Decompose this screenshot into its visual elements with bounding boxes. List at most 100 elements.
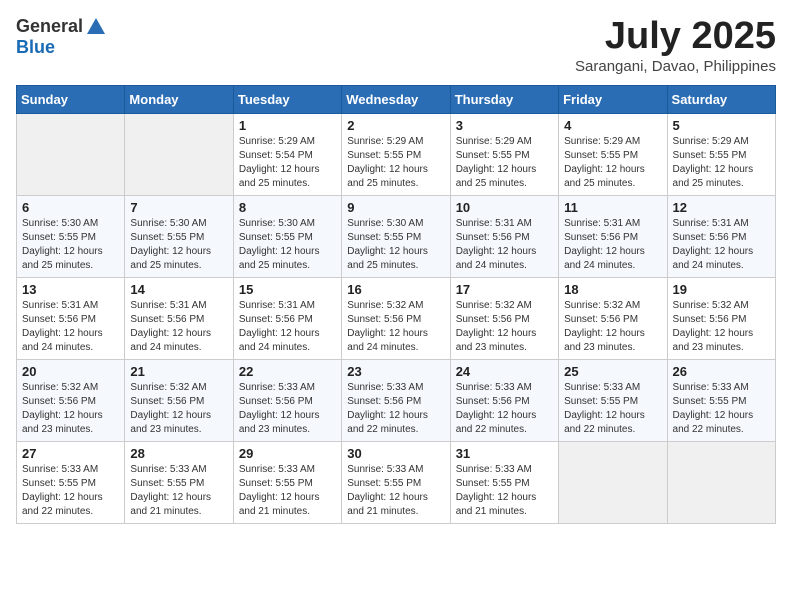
day-info: Sunrise: 5:33 AM Sunset: 5:55 PM Dayligh… [456, 463, 553, 519]
day-number: 10 [456, 200, 553, 215]
day-info: Sunrise: 5:31 AM Sunset: 5:56 PM Dayligh… [130, 299, 227, 355]
day-number: 25 [564, 364, 661, 379]
day-info: Sunrise: 5:31 AM Sunset: 5:56 PM Dayligh… [564, 217, 661, 273]
day-number: 21 [130, 364, 227, 379]
day-number: 15 [239, 282, 336, 297]
calendar-cell: 4 Sunrise: 5:29 AM Sunset: 5:55 PM Daylig… [559, 113, 667, 195]
day-number: 7 [130, 200, 227, 215]
day-info: Sunrise: 5:29 AM Sunset: 5:55 PM Dayligh… [564, 135, 661, 191]
calendar-cell: 1 Sunrise: 5:29 AM Sunset: 5:54 PM Daylig… [233, 113, 341, 195]
calendar-cell: 12 Sunrise: 5:31 AM Sunset: 5:56 PM Dayli… [667, 195, 775, 277]
day-info: Sunrise: 5:30 AM Sunset: 5:55 PM Dayligh… [22, 217, 119, 273]
calendar-cell: 9 Sunrise: 5:30 AM Sunset: 5:55 PM Daylig… [342, 195, 450, 277]
calendar-cell: 16 Sunrise: 5:32 AM Sunset: 5:56 PM Dayli… [342, 277, 450, 359]
day-number: 27 [22, 446, 119, 461]
calendar-cell: 29Sunrise: 5:33 AM Sunset: 5:55 PM Dayli… [233, 441, 341, 523]
calendar-cell: 26 Sunrise: 5:33 AM Sunset: 5:55 PM Dayli… [667, 359, 775, 441]
calendar-cell: 21 Sunrise: 5:32 AM Sunset: 5:56 PM Dayli… [125, 359, 233, 441]
day-info: Sunrise: 5:29 AM Sunset: 5:55 PM Dayligh… [347, 135, 444, 191]
day-info: Sunrise: 5:32 AM Sunset: 5:56 PM Dayligh… [673, 299, 770, 355]
calendar-header-sunday: Sunday [17, 85, 125, 113]
calendar-week-row: 6Sunrise: 5:30 AM Sunset: 5:55 PM Daylig… [17, 195, 776, 277]
day-info: Sunrise: 5:31 AM Sunset: 5:56 PM Dayligh… [239, 299, 336, 355]
day-number: 20 [22, 364, 119, 379]
location-subtitle: Sarangani, Davao, Philippines [575, 58, 776, 75]
calendar-cell [125, 113, 233, 195]
calendar-table: SundayMondayTuesdayWednesdayThursdayFrid… [16, 85, 776, 524]
day-number: 23 [347, 364, 444, 379]
day-number: 24 [456, 364, 553, 379]
calendar-cell [17, 113, 125, 195]
calendar-header-wednesday: Wednesday [342, 85, 450, 113]
day-info: Sunrise: 5:30 AM Sunset: 5:55 PM Dayligh… [347, 217, 444, 273]
day-info: Sunrise: 5:33 AM Sunset: 5:55 PM Dayligh… [130, 463, 227, 519]
calendar-cell: 6Sunrise: 5:30 AM Sunset: 5:55 PM Daylig… [17, 195, 125, 277]
day-number: 18 [564, 282, 661, 297]
day-number: 9 [347, 200, 444, 215]
day-info: Sunrise: 5:33 AM Sunset: 5:56 PM Dayligh… [239, 381, 336, 437]
calendar-cell: 7 Sunrise: 5:30 AM Sunset: 5:55 PM Daylig… [125, 195, 233, 277]
calendar-cell: 28 Sunrise: 5:33 AM Sunset: 5:55 PM Dayli… [125, 441, 233, 523]
day-number: 28 [130, 446, 227, 461]
day-info: Sunrise: 5:33 AM Sunset: 5:55 PM Dayligh… [673, 381, 770, 437]
day-info: Sunrise: 5:30 AM Sunset: 5:55 PM Dayligh… [130, 217, 227, 273]
calendar-header-thursday: Thursday [450, 85, 558, 113]
day-info: Sunrise: 5:32 AM Sunset: 5:56 PM Dayligh… [130, 381, 227, 437]
logo-blue-text: Blue [16, 38, 55, 58]
day-number: 1 [239, 118, 336, 133]
day-info: Sunrise: 5:31 AM Sunset: 5:56 PM Dayligh… [22, 299, 119, 355]
day-number: 31 [456, 446, 553, 461]
day-number: 11 [564, 200, 661, 215]
calendar-cell [559, 441, 667, 523]
calendar-cell: 11 Sunrise: 5:31 AM Sunset: 5:56 PM Dayli… [559, 195, 667, 277]
day-number: 4 [564, 118, 661, 133]
day-number: 29 [239, 446, 336, 461]
title-area: July 2025 Sarangani, Davao, Philippines [575, 16, 776, 75]
day-number: 8 [239, 200, 336, 215]
calendar-header-friday: Friday [559, 85, 667, 113]
calendar-cell: 15 Sunrise: 5:31 AM Sunset: 5:56 PM Dayli… [233, 277, 341, 359]
day-info: Sunrise: 5:30 AM Sunset: 5:55 PM Dayligh… [239, 217, 336, 273]
calendar-cell: 24 Sunrise: 5:33 AM Sunset: 5:56 PM Dayli… [450, 359, 558, 441]
day-number: 17 [456, 282, 553, 297]
calendar-cell: 14 Sunrise: 5:31 AM Sunset: 5:56 PM Dayli… [125, 277, 233, 359]
calendar-week-row: 1 Sunrise: 5:29 AM Sunset: 5:54 PM Daylig… [17, 113, 776, 195]
logo-icon [85, 16, 107, 38]
day-info: Sunrise: 5:32 AM Sunset: 5:56 PM Dayligh… [22, 381, 119, 437]
calendar-cell: 27Sunrise: 5:33 AM Sunset: 5:55 PM Dayli… [17, 441, 125, 523]
day-number: 22 [239, 364, 336, 379]
day-number: 13 [22, 282, 119, 297]
day-info: Sunrise: 5:29 AM Sunset: 5:54 PM Dayligh… [239, 135, 336, 191]
day-info: Sunrise: 5:33 AM Sunset: 5:56 PM Dayligh… [456, 381, 553, 437]
calendar-header-tuesday: Tuesday [233, 85, 341, 113]
calendar-cell: 23Sunrise: 5:33 AM Sunset: 5:56 PM Dayli… [342, 359, 450, 441]
calendar-cell: 2 Sunrise: 5:29 AM Sunset: 5:55 PM Daylig… [342, 113, 450, 195]
day-number: 12 [673, 200, 770, 215]
calendar-header-row: SundayMondayTuesdayWednesdayThursdayFrid… [17, 85, 776, 113]
calendar-header-saturday: Saturday [667, 85, 775, 113]
calendar-cell: 19 Sunrise: 5:32 AM Sunset: 5:56 PM Dayli… [667, 277, 775, 359]
month-year-title: July 2025 [575, 16, 776, 58]
calendar-cell: 10Sunrise: 5:31 AM Sunset: 5:56 PM Dayli… [450, 195, 558, 277]
day-info: Sunrise: 5:31 AM Sunset: 5:56 PM Dayligh… [673, 217, 770, 273]
day-number: 19 [673, 282, 770, 297]
header: General Blue July 2025 Sarangani, Davao,… [16, 16, 776, 75]
calendar-cell [667, 441, 775, 523]
calendar-week-row: 13 Sunrise: 5:31 AM Sunset: 5:56 PM Dayli… [17, 277, 776, 359]
calendar-cell: 8 Sunrise: 5:30 AM Sunset: 5:55 PM Daylig… [233, 195, 341, 277]
calendar-cell: 20 Sunrise: 5:32 AM Sunset: 5:56 PM Dayli… [17, 359, 125, 441]
day-number: 16 [347, 282, 444, 297]
day-info: Sunrise: 5:32 AM Sunset: 5:56 PM Dayligh… [456, 299, 553, 355]
calendar-cell: 30Sunrise: 5:33 AM Sunset: 5:55 PM Dayli… [342, 441, 450, 523]
day-info: Sunrise: 5:32 AM Sunset: 5:56 PM Dayligh… [564, 299, 661, 355]
day-number: 14 [130, 282, 227, 297]
day-number: 26 [673, 364, 770, 379]
calendar-week-row: 20 Sunrise: 5:32 AM Sunset: 5:56 PM Dayli… [17, 359, 776, 441]
day-number: 3 [456, 118, 553, 133]
day-info: Sunrise: 5:32 AM Sunset: 5:56 PM Dayligh… [347, 299, 444, 355]
calendar-header-monday: Monday [125, 85, 233, 113]
day-number: 2 [347, 118, 444, 133]
calendar-cell: 5Sunrise: 5:29 AM Sunset: 5:55 PM Daylig… [667, 113, 775, 195]
day-number: 30 [347, 446, 444, 461]
logo: General Blue [16, 16, 107, 58]
